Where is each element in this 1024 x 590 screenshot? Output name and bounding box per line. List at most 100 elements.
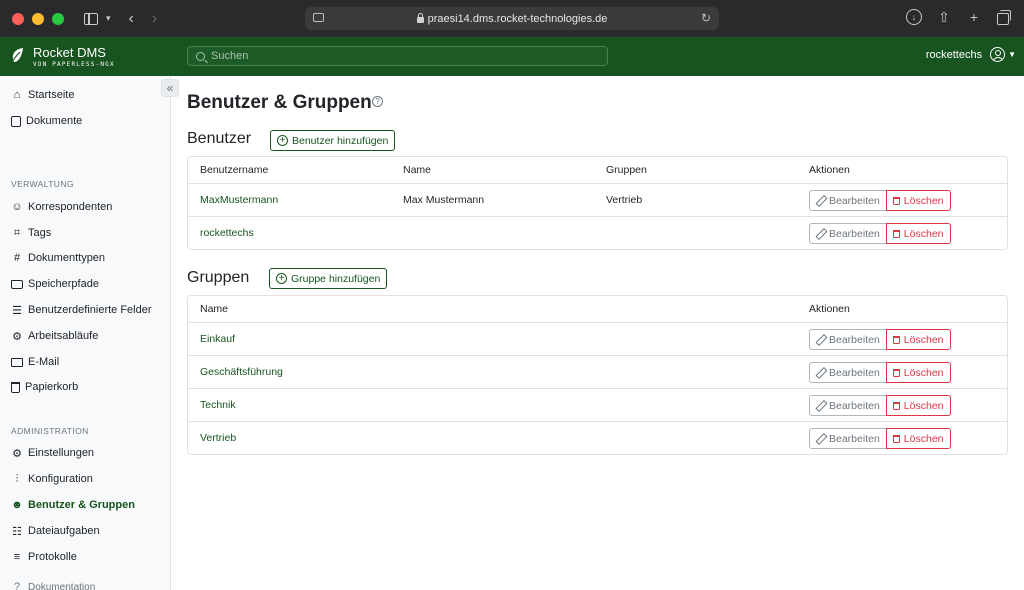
browser-toolbar: ▾ ‹ › praesi14.dms.rocket-technologies.d…	[0, 0, 1024, 37]
sidebar-item-korrespondenten[interactable]: ☺ Korrespondenten	[11, 201, 112, 213]
edit-button[interactable]: Bearbeiten	[809, 428, 887, 449]
new-tab-icon[interactable]: +	[966, 9, 982, 25]
sidebar-item-label: Dokumenttypen	[28, 252, 106, 264]
person-icon: ☺	[11, 201, 23, 213]
user-username-link[interactable]: MaxMustermann	[200, 184, 278, 216]
sidebar-item-dokumentation[interactable]: ? Dokumentation	[11, 581, 95, 590]
edit-label: Bearbeiten	[829, 194, 880, 207]
sidebar-item-dokumenttypen[interactable]: # Dokumenttypen	[11, 252, 105, 264]
brand-title[interactable]: Rocket DMS	[33, 45, 106, 60]
delete-button[interactable]: Löschen	[885, 428, 951, 449]
text-lines-icon: ≡	[13, 551, 21, 563]
table-row: rockettechs Bearbeiten Löschen	[188, 216, 1007, 249]
delete-button[interactable]: Löschen	[885, 223, 951, 244]
sidebar-item-startseite[interactable]: ⌂ Startseite	[11, 89, 75, 101]
caret-down-icon[interactable]: ▼	[1008, 50, 1016, 59]
tabs-icon[interactable]	[996, 9, 1012, 25]
sidebar-item-e-mail[interactable]: E-Mail	[11, 356, 59, 368]
sidebar-item-label: Dateiaufgaben	[28, 525, 100, 537]
sidebar-item-konfiguration[interactable]: ⫶ Konfiguration	[11, 473, 93, 486]
minimize-window-button[interactable]	[32, 12, 44, 25]
close-window-button[interactable]	[12, 12, 24, 25]
search-input[interactable]	[211, 50, 591, 62]
sidebar-item-label: Arbeitsabläufe	[28, 330, 99, 342]
sidebar-item-einstellungen[interactable]: ⚙ Einstellungen	[11, 447, 94, 460]
documents-icon	[11, 115, 21, 127]
url-text: praesi14.dms.rocket-technologies.de	[427, 12, 608, 25]
mail-icon	[11, 357, 23, 367]
help-icon[interactable]: ?	[372, 96, 383, 107]
sidebar-item-arbeitsablaeufe[interactable]: ⚙ Arbeitsabläufe	[11, 330, 99, 343]
user-menu[interactable]: rockettechs ▼	[926, 47, 1016, 62]
sidebar-item-label: Startseite	[28, 89, 75, 101]
table-header-row: Benutzername Name Gruppen Aktionen	[188, 157, 1007, 183]
delete-button[interactable]: Löschen	[885, 362, 951, 383]
group-name-link[interactable]: Einkauf	[200, 323, 235, 355]
sidebar-item-label: Dokumentation	[28, 581, 96, 590]
browser-sidebar-icon[interactable]	[84, 12, 98, 25]
leaf-logo-icon[interactable]	[10, 47, 24, 65]
row-actions: Bearbeiten Löschen	[809, 395, 951, 416]
plus-circle-icon: +	[277, 135, 288, 146]
edit-button[interactable]: Bearbeiten	[809, 395, 887, 416]
row-actions: Bearbeiten Löschen	[809, 428, 951, 449]
share-icon[interactable]: ⇧	[936, 9, 952, 25]
back-arrow-icon[interactable]: ‹	[129, 10, 134, 28]
sidebar-item-benutzerdefinierte-felder[interactable]: ☰ Benutzerdefinierte Felder	[11, 304, 152, 317]
sidebar-item-speicherpfade[interactable]: Speicherpfade	[11, 278, 99, 290]
group-name-link[interactable]: Technik	[200, 389, 236, 421]
chevron-down-icon[interactable]: ▾	[106, 13, 111, 24]
delete-label: Löschen	[903, 227, 944, 240]
sidebar-item-dateiaufgaben[interactable]: ☷ Dateiaufgaben	[11, 525, 100, 538]
sidebar-item-benutzer-gruppen[interactable]: ☻ Benutzer & Gruppen	[11, 499, 135, 511]
users-section-title: Benutzer	[187, 130, 252, 147]
sidebar-item-label: Papierkorb	[25, 381, 79, 393]
search-box[interactable]	[187, 46, 608, 66]
sidebar-item-tags[interactable]: ⌗ Tags	[11, 227, 52, 240]
group-name-link[interactable]: Geschäftsführung	[200, 356, 283, 388]
groups-table: Name Aktionen Einkauf Bearbeiten Löschen…	[187, 295, 1008, 455]
edit-button[interactable]: Bearbeiten	[809, 190, 887, 211]
add-group-button[interactable]: + Gruppe hinzufügen	[269, 268, 388, 289]
edit-button[interactable]: Bearbeiten	[809, 223, 887, 244]
sidebar-item-papierkorb[interactable]: Papierkorb	[11, 381, 78, 393]
address-bar[interactable]: praesi14.dms.rocket-technologies.de ↻	[305, 7, 719, 30]
username-label[interactable]: rockettechs	[926, 49, 982, 61]
delete-button[interactable]: Löschen	[885, 190, 951, 211]
pencil-icon	[816, 196, 825, 205]
sidebar-item-label: Dokumente	[26, 115, 83, 127]
user-username-link[interactable]: rockettechs	[200, 217, 254, 249]
delete-button[interactable]: Löschen	[885, 395, 951, 416]
folder-icon	[11, 279, 23, 289]
sidebar-item-label: Tags	[28, 227, 52, 239]
zoom-window-button[interactable]	[52, 12, 64, 25]
sidebar-item-protokolle[interactable]: ≡ Protokolle	[11, 551, 77, 563]
sidebar-item-label: Benutzer & Gruppen	[28, 499, 135, 511]
edit-button[interactable]: Bearbeiten	[809, 362, 887, 383]
forward-arrow-icon[interactable]: ›	[152, 10, 157, 28]
groups-section-title: Gruppen	[187, 269, 250, 286]
sidebar-item-dokumente[interactable]: Dokumente	[11, 115, 82, 127]
workflow-icon: ⚙	[12, 330, 22, 343]
users-table: Benutzername Name Gruppen Aktionen MaxMu…	[187, 156, 1008, 250]
user-avatar-icon[interactable]	[990, 47, 1006, 62]
collapse-sidebar-button[interactable]: «	[161, 79, 179, 97]
tab-overview-icon[interactable]	[313, 13, 324, 22]
edit-button[interactable]: Bearbeiten	[809, 329, 887, 350]
add-user-button[interactable]: + Benutzer hinzufügen	[270, 130, 396, 151]
main-content: Benutzer & Gruppen ? Benutzer + Benutzer…	[171, 76, 1024, 590]
sidebar-item-label: Benutzerdefinierte Felder	[28, 304, 152, 316]
sidebar-item-label: Speicherpfade	[28, 278, 99, 290]
table-row: Geschäftsführung Bearbeiten Löschen	[188, 355, 1007, 388]
delete-button[interactable]: Löschen	[885, 329, 951, 350]
trash-icon	[892, 335, 900, 344]
delete-label: Löschen	[903, 366, 944, 379]
edit-label: Bearbeiten	[829, 227, 880, 240]
column-header-groups: Gruppen	[606, 164, 647, 176]
trash-icon	[892, 401, 900, 410]
reload-icon[interactable]: ↻	[701, 11, 711, 25]
group-name-link[interactable]: Vertrieb	[200, 422, 236, 454]
download-icon[interactable]: ↓	[906, 9, 922, 25]
window-controls	[12, 12, 64, 25]
column-header-name: Name	[200, 303, 229, 315]
